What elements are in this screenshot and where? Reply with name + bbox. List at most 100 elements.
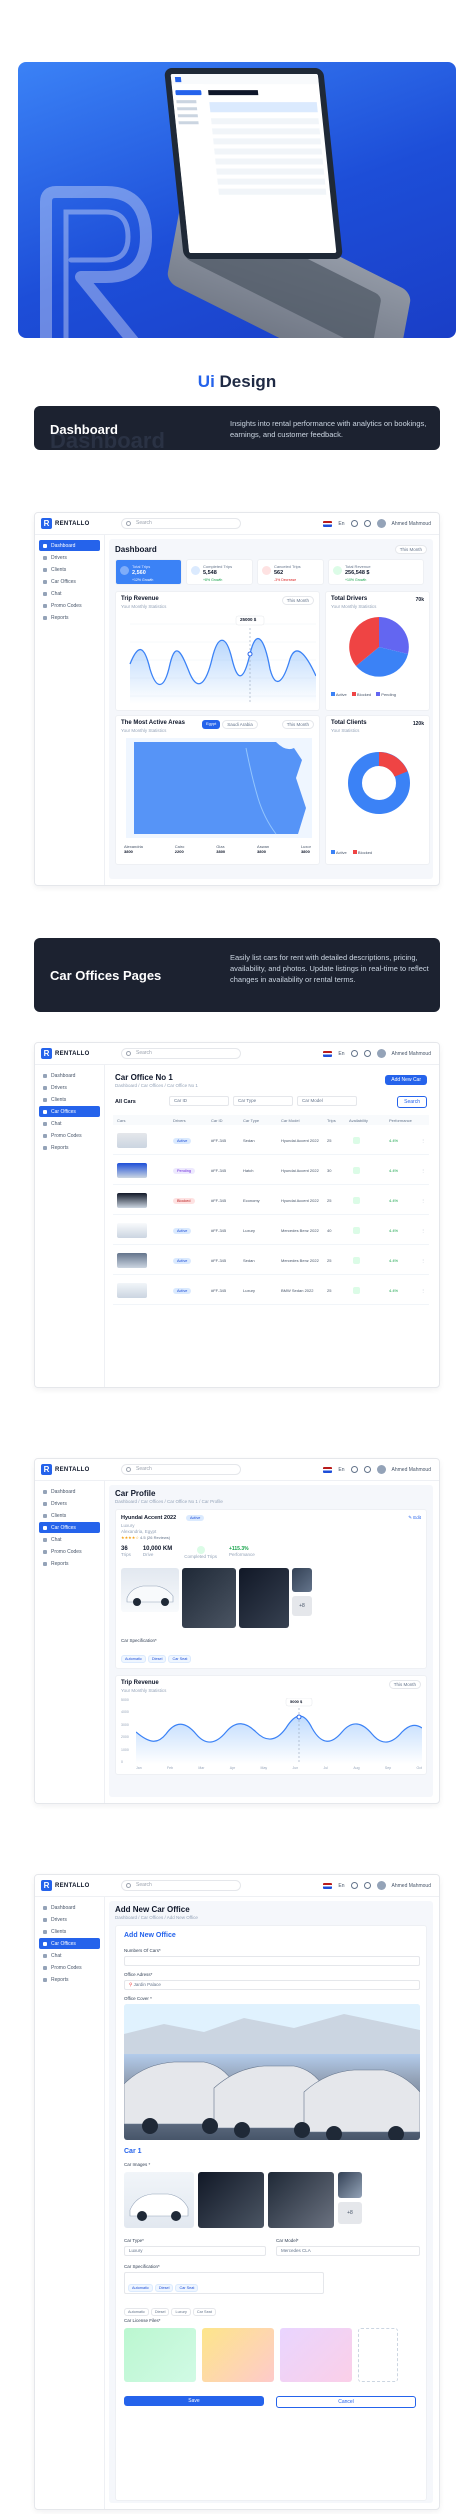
phone-icon[interactable]	[350, 1882, 358, 1889]
spec-chip[interactable]: Car Seat	[175, 2284, 199, 2292]
sidebar-item-clients[interactable]: Clients	[39, 1510, 100, 1521]
bell-icon[interactable]	[363, 520, 371, 527]
spec-option[interactable]: Car Seat	[192, 2308, 216, 2316]
avatar[interactable]	[376, 1049, 386, 1058]
car-type-filter[interactable]: Car Type	[233, 1096, 293, 1106]
tab-egypt[interactable]: Egypt	[202, 720, 221, 729]
sidebar-item-promo-codes[interactable]: Promo Codes	[39, 1546, 100, 1557]
user-name[interactable]: Ahmed Mahmoud	[392, 1467, 431, 1473]
sidebar-item-chat[interactable]: Chat	[39, 1534, 100, 1545]
car-model-filter[interactable]: Car Model	[297, 1096, 357, 1106]
revenue-period-dropdown[interactable]: This Month	[388, 1680, 421, 1689]
table-row[interactable]: Blocked #FF-345 Economy Hyundai Accent 2022…	[113, 1187, 429, 1215]
car-id-filter[interactable]: Car ID	[169, 1096, 229, 1106]
license-file-1[interactable]	[124, 2328, 196, 2382]
phone-icon[interactable]	[350, 1050, 358, 1057]
search-input[interactable]: Search	[121, 1880, 241, 1891]
table-row[interactable]: Active #FF-345 Luxury Mercedes Benz 2022 40 4…	[113, 1217, 429, 1245]
bell-icon[interactable]	[363, 1882, 371, 1889]
car-type-select[interactable]: Luxury	[124, 2246, 266, 2256]
upload-file-button[interactable]	[358, 2328, 398, 2382]
car-photo-dashboard[interactable]	[239, 1568, 289, 1628]
sidebar-item-reports[interactable]: Reports	[39, 1142, 100, 1153]
language-label[interactable]: En	[338, 1051, 344, 1057]
search-button[interactable]: Search	[397, 1096, 427, 1108]
brand-logo[interactable]: R RENTALLO	[41, 1880, 90, 1891]
user-name[interactable]: Ahmed Mahmoud	[392, 1883, 431, 1889]
sidebar-item-drivers[interactable]: Drivers	[39, 1914, 100, 1925]
more-photos-button[interactable]: +8	[292, 1596, 312, 1616]
sidebar-item-car-offices[interactable]: Car Offices	[39, 1938, 100, 1949]
license-file-3[interactable]	[280, 2328, 352, 2382]
table-row[interactable]: Active #FF-345 Luxury BMW Sedan 2022 25 4.4% ⋮	[113, 1277, 429, 1305]
stat-total-trips[interactable]: Total Trips 2,560 +12% Growth	[115, 559, 182, 585]
sidebar-item-chat[interactable]: Chat	[39, 1950, 100, 1961]
spec-chip[interactable]: Automatic	[128, 2284, 153, 2292]
search-input[interactable]: Search	[121, 1048, 241, 1059]
edit-button[interactable]: ✎ Edit	[408, 1515, 421, 1521]
more-options-icon[interactable]: ⋮	[421, 1168, 425, 1173]
flag-icon[interactable]	[323, 1466, 333, 1473]
sidebar-item-car-offices[interactable]: Car Offices	[39, 576, 100, 587]
table-row[interactable]: Active #FF-345 Sedan Hyundai Accent 2022 25 4…	[113, 1127, 429, 1155]
more-options-icon[interactable]: ⋮	[421, 1228, 425, 1233]
user-name[interactable]: Ahmed Mahmoud	[392, 1051, 431, 1057]
stat-completed-trips[interactable]: Completed Trips 5,548 +8% Growth	[186, 559, 253, 585]
sidebar-item-clients[interactable]: Clients	[39, 564, 100, 575]
sidebar-item-dashboard[interactable]: Dashboard	[39, 540, 100, 551]
car-photo-thumb-1[interactable]	[292, 1568, 312, 1592]
areas-period-dropdown[interactable]: This Month	[281, 720, 314, 729]
avatar[interactable]	[376, 1881, 386, 1890]
sidebar-item-promo-codes[interactable]: Promo Codes	[39, 1962, 100, 1973]
car-image-3[interactable]	[268, 2172, 334, 2228]
search-input[interactable]: Search	[121, 518, 241, 529]
sidebar-item-drivers[interactable]: Drivers	[39, 1082, 100, 1093]
sidebar-item-promo-codes[interactable]: Promo Codes	[39, 1130, 100, 1141]
flag-icon[interactable]	[323, 1882, 333, 1889]
phone-icon[interactable]	[350, 520, 358, 527]
more-options-icon[interactable]: ⋮	[421, 1138, 425, 1143]
car-image-thumb[interactable]	[338, 2172, 362, 2198]
more-options-icon[interactable]: ⋮	[421, 1198, 425, 1203]
cancel-button[interactable]: Cancel	[276, 2396, 416, 2408]
tab-saudi-arabia[interactable]: Saudi Arabia	[222, 720, 258, 729]
sidebar-item-reports[interactable]: Reports	[39, 1558, 100, 1569]
car-image-1[interactable]	[124, 2172, 194, 2228]
bell-icon[interactable]	[363, 1050, 371, 1057]
sidebar-item-clients[interactable]: Clients	[39, 1926, 100, 1937]
car-model-select[interactable]: Mercedes CLA	[276, 2246, 420, 2256]
flag-icon[interactable]	[323, 520, 333, 527]
brand-logo[interactable]: R RENTALLO	[41, 1048, 90, 1059]
sidebar-item-drivers[interactable]: Drivers	[39, 1498, 100, 1509]
avatar[interactable]	[376, 519, 386, 528]
sidebar-item-chat[interactable]: Chat	[39, 588, 100, 599]
sidebar-item-clients[interactable]: Clients	[39, 1094, 100, 1105]
avatar[interactable]	[376, 1465, 386, 1474]
revenue-period-dropdown[interactable]: This Month	[281, 596, 314, 605]
car-photo-main[interactable]	[121, 1568, 179, 1612]
spec-option[interactable]: Diesel	[150, 2308, 170, 2316]
car-image-2[interactable]	[198, 2172, 264, 2228]
sidebar-item-car-offices[interactable]: Car Offices	[39, 1106, 100, 1117]
office-cover-image[interactable]	[124, 2004, 420, 2140]
sidebar-item-car-offices[interactable]: Car Offices	[39, 1522, 100, 1533]
spec-chip[interactable]: Diesel	[154, 2284, 174, 2292]
more-photos-button[interactable]: +8	[338, 2202, 362, 2224]
sidebar-item-dashboard[interactable]: Dashboard	[39, 1486, 100, 1497]
sidebar-item-dashboard[interactable]: Dashboard	[39, 1070, 100, 1081]
period-dropdown[interactable]: This Month	[394, 545, 427, 554]
sidebar-item-reports[interactable]: Reports	[39, 1974, 100, 1985]
sidebar-item-drivers[interactable]: Drivers	[39, 552, 100, 563]
brand-logo[interactable]: R RENTALLO	[41, 518, 90, 529]
table-row[interactable]: Pending #FF-345 Hatch Hyundai Accent 2022 30…	[113, 1157, 429, 1185]
language-label[interactable]: En	[338, 1467, 344, 1473]
more-options-icon[interactable]: ⋮	[421, 1288, 425, 1293]
search-input[interactable]: Search	[121, 1464, 241, 1475]
brand-logo[interactable]: R RENTALLO	[41, 1464, 90, 1475]
number-of-cars-input[interactable]	[124, 1956, 420, 1966]
car-photo-interior[interactable]	[182, 1568, 236, 1628]
user-name[interactable]: Ahmed Mahmoud	[392, 521, 431, 527]
bell-icon[interactable]	[363, 1466, 371, 1473]
phone-icon[interactable]	[350, 1466, 358, 1473]
more-options-icon[interactable]: ⋮	[421, 1258, 425, 1263]
